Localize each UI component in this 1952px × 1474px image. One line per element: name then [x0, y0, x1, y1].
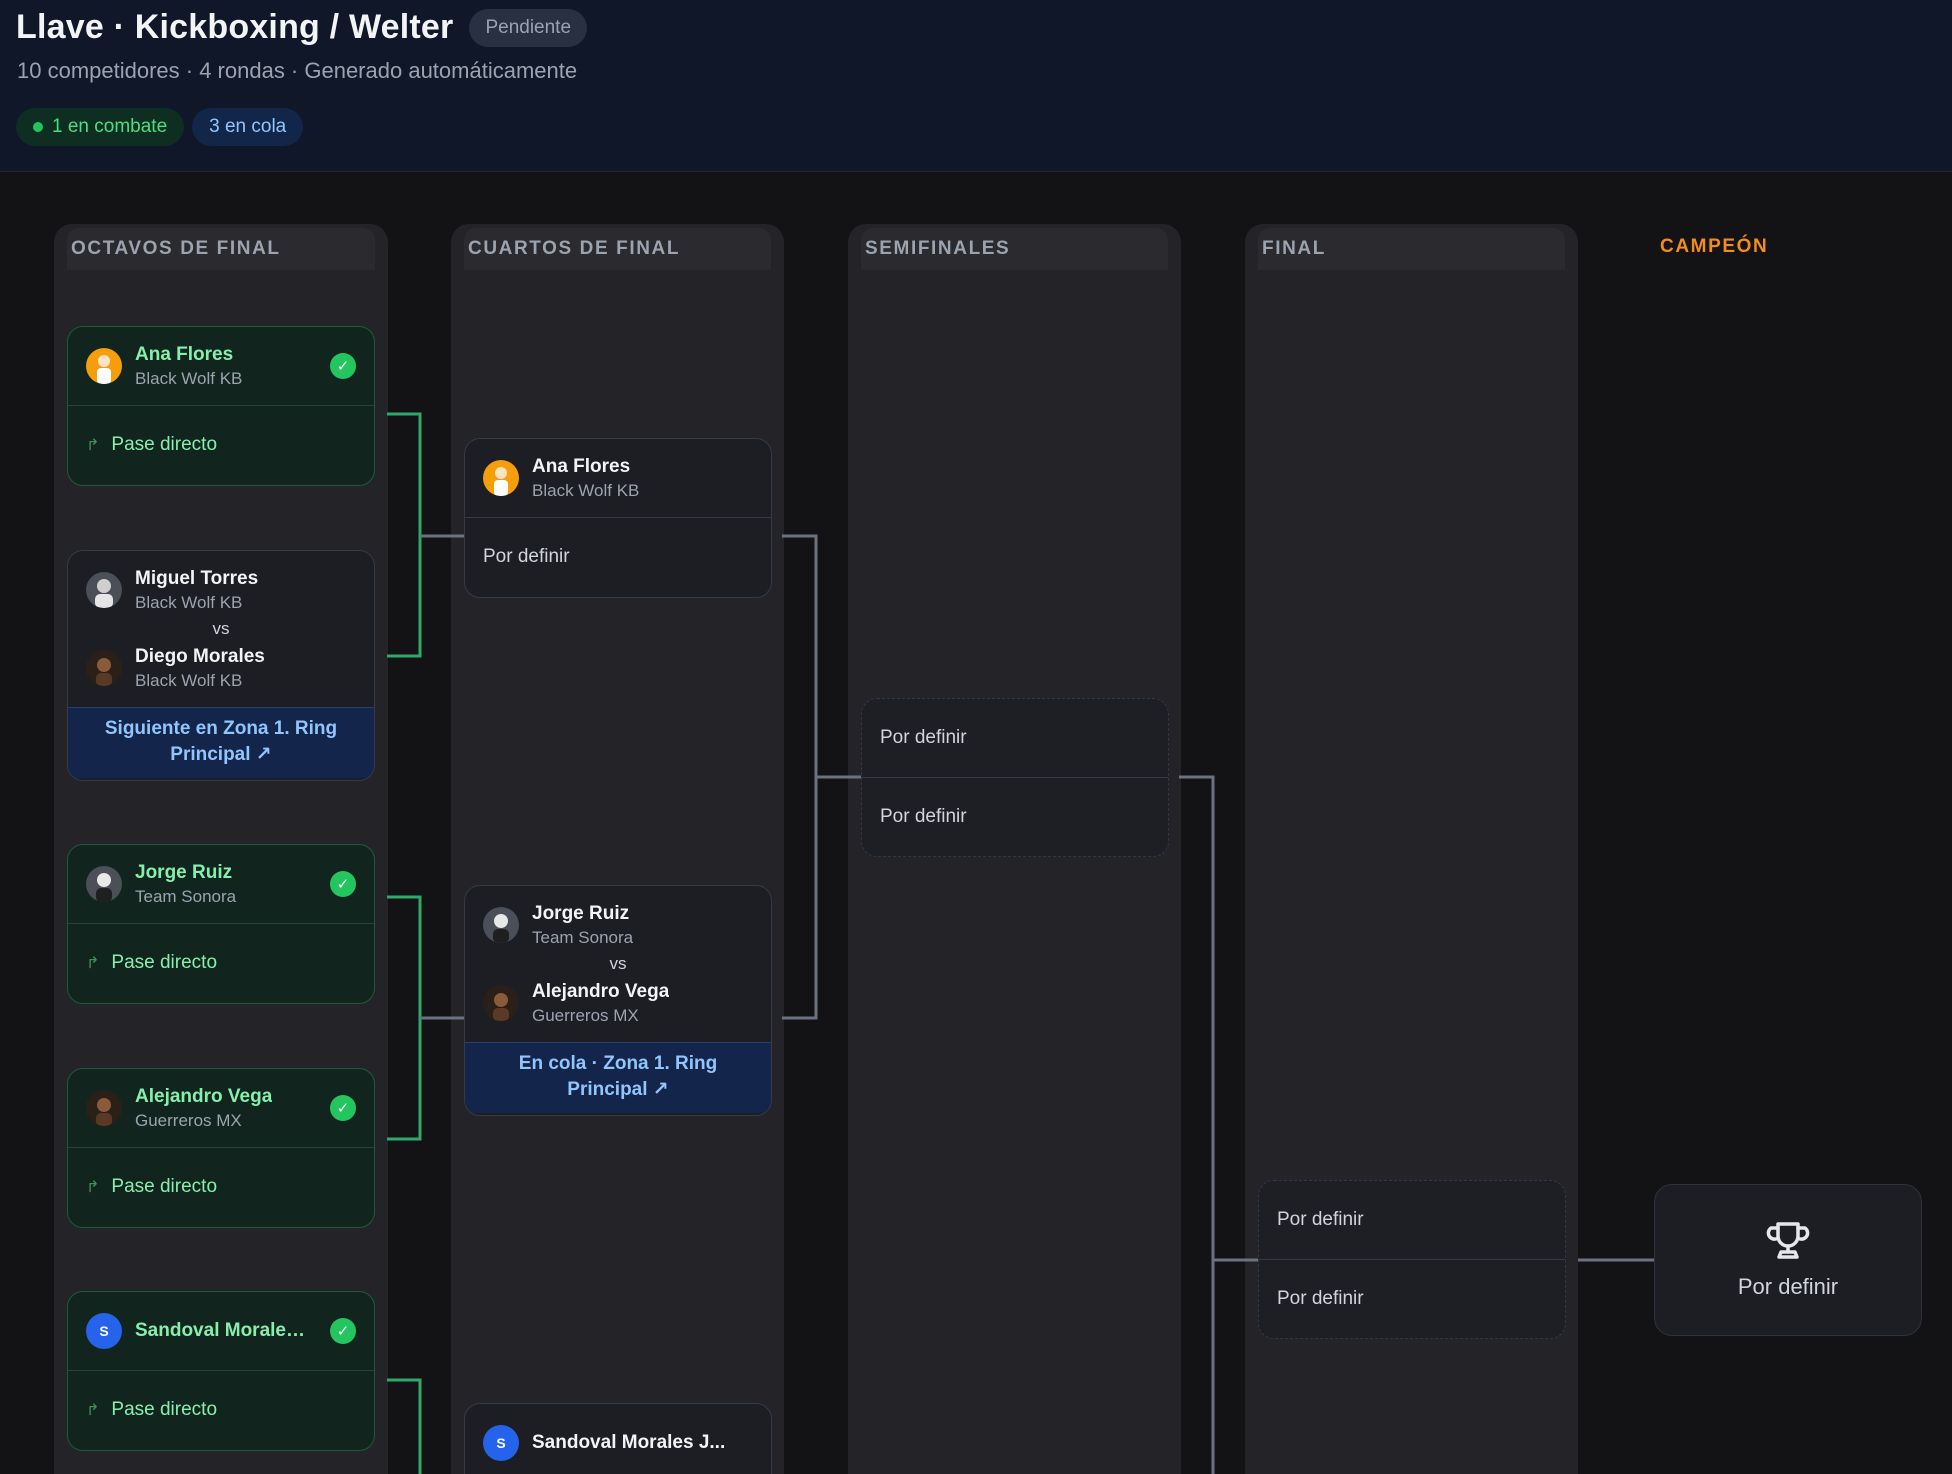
tbd-label: Por definir: [483, 545, 570, 567]
round-header-cuartos: CUARTOS DE FINAL: [464, 228, 771, 270]
competitor-name: Alejandro Vega: [532, 980, 670, 1002]
winner-check-icon: ✓: [330, 871, 356, 897]
competitor-name: Sandoval Morales J...: [532, 1432, 726, 1453]
competitor-slot[interactable]: Jorge Ruiz Team Sonora: [465, 886, 771, 964]
queue-label: 3 en cola: [209, 116, 287, 137]
champion-card: Por definir: [1654, 1184, 1922, 1336]
title-row: Llave · Kickboxing / Welter Pendiente: [16, 8, 588, 47]
bye-slot: ↱ Pase directo: [68, 923, 374, 1001]
winner-check-icon: ✓: [330, 1318, 356, 1344]
competitor-club: Team Sonora: [532, 927, 634, 947]
bye-label: Pase directo: [111, 1398, 218, 1420]
round-header-final: FINAL: [1258, 228, 1565, 270]
tbd-label: Por definir: [880, 805, 967, 827]
competitor-name: Diego Morales: [135, 645, 265, 667]
winner-check-icon: ✓: [330, 1095, 356, 1121]
competitor-name: Jorge Ruiz: [532, 902, 630, 924]
lane-cuartos: CUARTOS DE FINAL: [451, 224, 784, 1474]
competitor-slot[interactable]: Miguel Torres Black Wolf KB: [68, 551, 374, 629]
competitor-name: Miguel Torres: [135, 567, 259, 589]
competitor-name: Sandoval Morales J...: [135, 1320, 315, 1341]
avatar: [86, 650, 122, 686]
match-octavos-4[interactable]: Alejandro Vega Guerreros MX ✓ ↱ Pase dire…: [67, 1068, 375, 1228]
competitor-name: Alejandro Vega: [135, 1085, 273, 1107]
bye-arrow-icon: ↱: [86, 436, 100, 454]
page-title: Llave · Kickboxing / Welter: [16, 8, 454, 46]
bye-label: Pase directo: [111, 433, 218, 455]
avatar: [86, 866, 122, 902]
champion-label: Por definir: [1737, 1274, 1839, 1299]
tbd-label: Por definir: [1277, 1287, 1364, 1309]
competitor-slot[interactable]: S Sandoval Morales J...: [465, 1404, 771, 1474]
round-header-octavos: OCTAVOS DE FINAL: [67, 228, 375, 270]
avatar: S: [86, 1313, 122, 1349]
match-octavos-5[interactable]: S Sandoval Morales J... ✓ ↱ Pase directo: [67, 1291, 375, 1451]
competitor-slot[interactable]: Jorge Ruiz Team Sonora ✓: [68, 845, 374, 923]
avatar: S: [483, 1425, 519, 1461]
competitor-name: Jorge Ruiz: [135, 861, 233, 883]
round-header-campeon: CAMPEÓN: [1660, 236, 1769, 257]
winner-check-icon: ✓: [330, 353, 356, 379]
status-pills: 1 en combate 3 en cola: [16, 108, 304, 146]
live-dot-icon: [33, 122, 43, 132]
competitor-club: Guerreros MX: [135, 1110, 242, 1130]
match-final-1[interactable]: Por definir Por definir: [1258, 1180, 1566, 1339]
avatar: [483, 460, 519, 496]
page-subtitle: 10 competidores · 4 rondas · Generado au…: [17, 58, 578, 83]
match-octavos-1[interactable]: Ana Flores Black Wolf KB ✓ ↱ Pase directo: [67, 326, 375, 486]
competitor-club: Black Wolf KB: [135, 592, 243, 612]
bye-slot: ↱ Pase directo: [68, 1147, 374, 1225]
match-cuartos-1[interactable]: Ana Flores Black Wolf KB Por definir: [464, 438, 772, 598]
competitor-slot[interactable]: S Sandoval Morales J... ✓: [68, 1292, 374, 1370]
competitor-club: Team Sonora: [135, 886, 237, 906]
avatar: [86, 572, 122, 608]
competitor-club: Guerreros MX: [532, 1005, 639, 1025]
match-octavos-3[interactable]: Jorge Ruiz Team Sonora ✓ ↱ Pase directo: [67, 844, 375, 1004]
live-fights-pill[interactable]: 1 en combate: [16, 108, 185, 146]
tbd-slot: Por definir: [862, 777, 1168, 855]
avatar: [483, 985, 519, 1021]
bye-arrow-icon: ↱: [86, 1401, 100, 1419]
next-in-ring-link[interactable]: Siguiente en Zona 1. Ring Principal ↗: [68, 707, 374, 778]
competitor-slot[interactable]: Alejandro Vega Guerreros MX ✓: [68, 1069, 374, 1147]
avatar: [483, 907, 519, 943]
tbd-slot: Por definir: [1259, 1259, 1565, 1337]
tbd-slot: Por definir: [1259, 1181, 1565, 1259]
bye-label: Pase directo: [111, 1175, 218, 1197]
live-fights-label: 1 en combate: [52, 116, 168, 137]
round-header-semifinales: SEMIFINALES: [861, 228, 1168, 270]
competitor-club: Black Wolf KB: [135, 368, 243, 388]
competitor-club: Black Wolf KB: [135, 670, 243, 690]
match-octavos-2[interactable]: Miguel Torres Black Wolf KB vs Diego Mor…: [67, 550, 375, 781]
competitor-slot[interactable]: Ana Flores Black Wolf KB: [465, 439, 771, 517]
page-header: Llave · Kickboxing / Welter Pendiente 10…: [0, 0, 1952, 172]
bye-slot: ↱ Pase directo: [68, 1370, 374, 1448]
match-cuartos-2[interactable]: Jorge Ruiz Team Sonora vs Alejandro Vega…: [464, 885, 772, 1116]
competitor-slot[interactable]: Alejandro Vega Guerreros MX: [465, 964, 771, 1042]
bye-arrow-icon: ↱: [86, 954, 100, 972]
competitor-club: Black Wolf KB: [532, 480, 640, 500]
status-badge: Pendiente: [469, 8, 588, 47]
avatar: [86, 1090, 122, 1126]
tbd-label: Por definir: [880, 727, 967, 748]
queue-pill[interactable]: 3 en cola: [192, 108, 304, 146]
bye-arrow-icon: ↱: [86, 1178, 100, 1196]
tbd-slot: Por definir: [465, 517, 771, 595]
avatar: [86, 348, 122, 384]
competitor-name: Ana Flores: [135, 343, 234, 365]
tbd-slot: Por definir: [862, 699, 1168, 777]
bye-label: Pase directo: [111, 951, 218, 973]
competitor-slot[interactable]: Diego Morales Black Wolf KB: [68, 629, 374, 707]
competitor-slot[interactable]: Ana Flores Black Wolf KB ✓: [68, 327, 374, 405]
tbd-label: Por definir: [1277, 1209, 1364, 1230]
match-semifinal-1[interactable]: Por definir Por definir: [861, 698, 1169, 857]
queued-ring-link[interactable]: En cola · Zona 1. Ring Principal ↗: [465, 1042, 771, 1113]
trophy-icon: [1766, 1222, 1810, 1259]
match-cuartos-3[interactable]: S Sandoval Morales J...: [464, 1403, 772, 1474]
competitor-name: Ana Flores: [532, 455, 631, 477]
bye-slot: ↱ Pase directo: [68, 405, 374, 483]
